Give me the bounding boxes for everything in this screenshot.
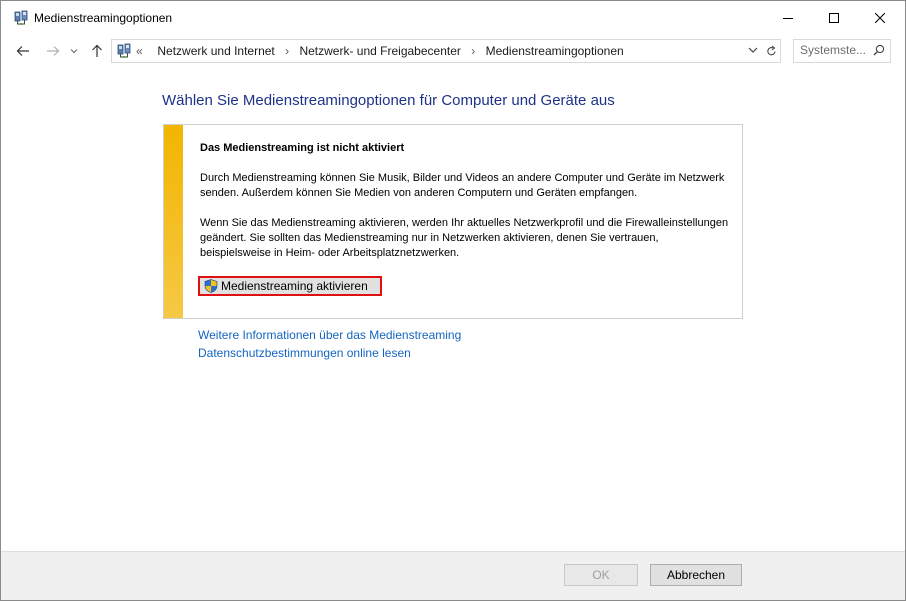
- breadcrumb-item-sharing-center[interactable]: Netzwerk- und Freigabecenter: [299, 44, 460, 58]
- streaming-disabled-notice: Das Medienstreaming ist nicht aktiviert …: [163, 124, 743, 319]
- dialog-footer: OK Abbrechen: [1, 551, 905, 600]
- arrow-left-icon: [16, 46, 29, 56]
- window-title: Medienstreamingoptionen: [34, 11, 173, 25]
- chevron-down-icon: [70, 49, 78, 54]
- up-button[interactable]: [87, 41, 107, 61]
- breadcrumb: « Netzwerk und Internet › Netzwerk- und …: [136, 44, 624, 58]
- ok-button[interactable]: OK: [564, 564, 638, 586]
- minimize-icon: [783, 18, 793, 19]
- chevron-right-icon[interactable]: ›: [278, 44, 296, 58]
- cancel-button[interactable]: Abbrechen: [650, 564, 742, 586]
- refresh-icon: [766, 45, 776, 56]
- maximize-button[interactable]: [811, 1, 857, 35]
- breadcrumb-item-network-internet[interactable]: Netzwerk und Internet: [157, 44, 274, 58]
- privacy-statement-link[interactable]: Datenschutzbestimmungen online lesen: [198, 346, 411, 360]
- back-button[interactable]: [13, 41, 33, 61]
- close-icon: [875, 13, 885, 23]
- title-bar[interactable]: Medienstreamingoptionen: [1, 1, 905, 35]
- media-streaming-options-window: Medienstreamingoptionen « Netzwerk und I…: [0, 0, 906, 601]
- arrow-right-icon: [47, 46, 60, 56]
- search-input[interactable]: [800, 43, 866, 57]
- network-control-panel-icon: [14, 10, 28, 25]
- uac-shield-icon: [204, 279, 218, 293]
- minimize-button[interactable]: [765, 1, 811, 35]
- search-icon[interactable]: [873, 44, 885, 56]
- notice-paragraph-1: Durch Medienstreaming können Sie Musik, …: [200, 172, 725, 199]
- maximize-icon: [829, 13, 839, 23]
- forward-button[interactable]: [43, 41, 63, 61]
- enable-media-streaming-label: Medienstreaming aktivieren: [221, 279, 368, 293]
- chevron-right-icon[interactable]: ›: [464, 44, 482, 58]
- navigation-row: « Netzwerk und Internet › Netzwerk- und …: [1, 35, 905, 67]
- recent-locations-button[interactable]: [67, 41, 81, 61]
- notice-accent-stripe: [164, 125, 183, 318]
- arrow-up-icon: [92, 44, 102, 57]
- network-control-panel-icon: [117, 43, 131, 58]
- page-title: Wählen Sie Medienstreamingoptionen für C…: [162, 92, 615, 109]
- chevron-down-icon[interactable]: [748, 45, 758, 55]
- breadcrumb-item-media-streaming[interactable]: Medienstreamingoptionen: [486, 44, 624, 58]
- address-bar[interactable]: « Netzwerk und Internet › Netzwerk- und …: [111, 39, 763, 63]
- close-button[interactable]: [857, 1, 903, 35]
- notice-paragraph-2: Wenn Sie das Medienstreaming aktivieren,…: [200, 217, 729, 259]
- search-box[interactable]: [793, 39, 891, 63]
- notice-title: Das Medienstreaming ist nicht aktiviert: [200, 142, 405, 154]
- breadcrumb-overflow[interactable]: «: [136, 44, 143, 58]
- enable-media-streaming-button[interactable]: Medienstreaming aktivieren: [198, 276, 382, 296]
- refresh-button[interactable]: [762, 39, 781, 63]
- more-info-link[interactable]: Weitere Informationen über das Medienstr…: [198, 328, 461, 342]
